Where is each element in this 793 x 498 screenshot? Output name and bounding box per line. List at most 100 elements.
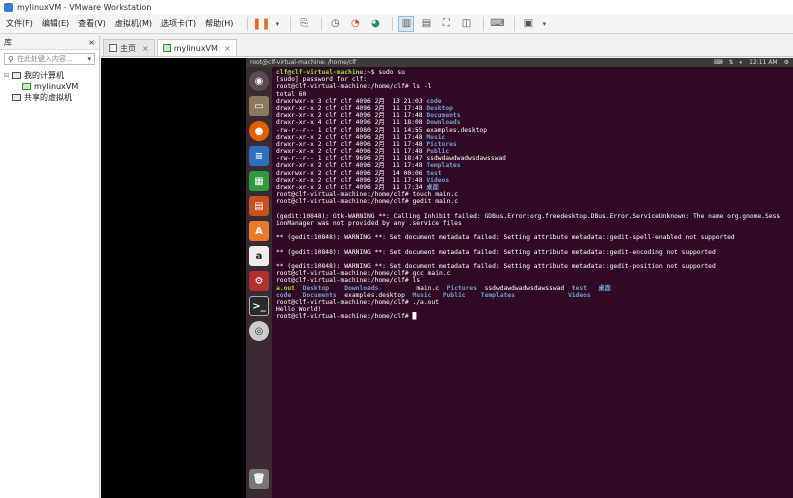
collapse-icon[interactable]: ⊟ — [4, 72, 12, 79]
search-icon: ⚲ — [8, 54, 14, 64]
terminal-text: drwxr-xr-x 2 clf clf 4096 2月 11 17:48 — [276, 148, 427, 156]
menu-view[interactable]: 查看(V) — [78, 18, 106, 29]
tree-item-label: 我的计算机 — [24, 71, 64, 80]
gear-icon[interactable]: ⚙ — [784, 59, 789, 66]
chevron-down-icon[interactable]: ▾ — [87, 55, 91, 63]
library-title: 库 — [4, 38, 12, 47]
tree-item-shared-vms[interactable]: 共享的虚拟机 — [4, 92, 95, 103]
snapshot-icon[interactable]: ◷ — [327, 16, 343, 32]
terminal-line: drwxr-xr-x 2 clf clf 4096 2月 11 17:48 Mu… — [276, 134, 789, 141]
chevron-down-icon[interactable]: ▾ — [540, 16, 548, 32]
dvd-icon[interactable]: ◎ — [249, 321, 269, 341]
files-icon[interactable]: ▭ — [249, 96, 269, 116]
terminal-text: drwxr-xr-x 2 clf clf 4096 2月 11 17:48 — [276, 176, 427, 184]
volume-icon[interactable]: 🔈︎ — [740, 59, 744, 67]
stretch-view-icon[interactable]: ▣ — [520, 16, 536, 32]
terminal-line: drwxr-xr-x 2 clf clf 4096 2月 11 17:48 Te… — [276, 162, 789, 169]
terminal-text: █ — [412, 313, 417, 321]
ubuntu-dash-icon[interactable]: ◉ — [249, 71, 269, 91]
terminal-text: Videos — [426, 176, 450, 184]
terminal-text: Pictures — [426, 140, 457, 148]
library-view-icon[interactable]: ▥ — [398, 15, 415, 32]
vm-console[interactable]: root@clf-virtual-machine: /home/clf ⌨ ⇅ … — [101, 58, 793, 498]
terminal-line: ** (gedit:10848): WARNING **: Set docume… — [276, 263, 789, 270]
terminal-text: Templates — [426, 162, 461, 170]
unity-icon[interactable]: ◫ — [458, 16, 474, 32]
terminal-line: ionManager was not provided by any .serv… — [276, 220, 789, 227]
system-settings-icon[interactable]: ⚙ — [249, 271, 269, 291]
amazon-icon[interactable]: a — [249, 246, 269, 266]
terminal-text: (gedit:10848): Gtk-WARNING **: Calling I… — [276, 212, 781, 220]
terminal-line: ** (gedit:10848): WARNING **: Set docume… — [276, 234, 789, 241]
terminal-line: drwxrwxr-x 2 clf clf 4096 2月 14 00:06 te… — [276, 170, 789, 177]
library-search-input[interactable]: ⚲ 在此处键入内容... ▾ — [4, 53, 95, 65]
send-keys-icon[interactable]: ⎘ — [296, 16, 312, 32]
terminal-text: ssdwdawdwadwsdawsswad — [477, 284, 572, 292]
revert-snapshot-icon[interactable]: ◔ — [347, 16, 363, 32]
keyboard-icon[interactable]: ⌨ — [714, 59, 723, 66]
network-icon[interactable]: ⇅ — [728, 59, 733, 66]
fullscreen-icon[interactable]: ⛶ — [438, 16, 454, 32]
chevron-down-icon[interactable]: ▾ — [273, 16, 281, 32]
close-icon[interactable]: × — [142, 44, 149, 53]
libreoffice-writer-icon[interactable]: ≡ — [249, 146, 269, 166]
terminal-text: drwxr-xr-x 2 clf clf 4096 2月 11 17:48 — [276, 133, 427, 141]
terminal-text: drwxrwxr-x 3 clf clf 4096 2月 13 21:03 — [276, 97, 427, 105]
menu-tabs[interactable]: 选项卡(T) — [161, 18, 196, 29]
terminal-line: a.out Desktop Downloads main.c Pictures … — [276, 285, 789, 292]
library-tree: ⊟ 我的计算机 mylinuxVM 共享的虚拟机 — [0, 68, 99, 105]
menu-bar: 文件(F) 编辑(E) 查看(V) 虚拟机(M) 选项卡(T) 帮助(H) ❚❚… — [0, 14, 793, 34]
toolbar-separator — [514, 16, 516, 31]
window-title: mylinuxVM - VMware Workstation — [17, 2, 152, 12]
terminal-line: (gedit:10848): Gtk-WARNING **: Calling I… — [276, 213, 789, 220]
terminal-text: examples.desktop — [336, 291, 413, 299]
menu-file[interactable]: 文件(F) — [6, 18, 33, 29]
software-center-icon[interactable]: A — [249, 221, 269, 241]
terminal-text: 桌面 — [598, 284, 611, 292]
clock[interactable]: 12:11 AM — [749, 59, 777, 66]
terminal-text: Public — [442, 291, 466, 299]
terminal-output[interactable]: clf@clf-virtual-machine:~$ sudo su [sudo]… — [272, 67, 793, 498]
terminal-text: Desktop — [426, 104, 453, 112]
terminal-text: drwxr-xr-x 4 clf clf 4096 2月 11 18:08 — [276, 119, 427, 127]
thumbnail-view-icon[interactable]: ▤ — [418, 16, 434, 32]
tab-home[interactable]: 主页 × — [103, 39, 155, 56]
terminal-text: drwxr-xr-x 2 clf clf 4096 2月 11 17:48 — [276, 162, 427, 170]
close-icon[interactable]: × — [224, 44, 231, 53]
libreoffice-impress-icon[interactable]: ▤ — [249, 196, 269, 216]
toolbar-separator — [483, 16, 485, 31]
terminal-text: Downloads — [344, 284, 379, 292]
terminal-text: ** (gedit:10848): WARNING **: Set docume… — [276, 248, 716, 256]
terminal-text: Videos — [567, 291, 591, 299]
tab-bar: 主页 × mylinuxVM × — [101, 36, 793, 57]
vm-icon — [22, 83, 31, 90]
terminal-icon[interactable]: >_ — [249, 296, 269, 316]
terminal-text: code — [426, 97, 442, 105]
console-view-icon[interactable]: ⌨ — [489, 16, 505, 32]
terminal-text: Music — [426, 133, 446, 141]
tab-label: 主页 — [120, 43, 136, 53]
terminal-text: Downloads — [426, 119, 461, 127]
ubuntu-window-title: root@clf-virtual-machine: /home/clf — [250, 59, 356, 66]
libreoffice-calc-icon[interactable]: ▦ — [249, 171, 269, 191]
firefox-icon[interactable]: ● — [249, 121, 269, 141]
trash-icon[interactable]: 🗑︎ — [249, 469, 269, 489]
terminal-line: drwxr-xr-x 2 clf clf 4096 2月 11 17:48 Vi… — [276, 177, 789, 184]
shared-vm-icon — [12, 94, 21, 101]
tree-item-mylinuxvm[interactable]: mylinuxVM — [4, 81, 95, 92]
snapshot-manager-icon[interactable]: ◕ — [367, 16, 383, 32]
ubuntu-top-panel: root@clf-virtual-machine: /home/clf ⌨ ⇅ … — [246, 58, 793, 67]
menu-edit[interactable]: 编辑(E) — [42, 18, 69, 29]
toolbar-separator — [321, 16, 323, 31]
menu-vm[interactable]: 虚拟机(M) — [115, 18, 152, 29]
tree-item-my-computer[interactable]: ⊟ 我的计算机 — [4, 70, 95, 81]
pause-icon[interactable]: ❚❚ — [252, 16, 270, 32]
terminal-text: root@clf-virtual-machine:/home/clf# ls -… — [276, 83, 432, 91]
terminal-line: total 60 — [276, 91, 789, 98]
close-icon[interactable]: × — [88, 38, 95, 47]
tab-mylinuxvm[interactable]: mylinuxVM × — [156, 39, 237, 56]
menu-help[interactable]: 帮助(H) — [205, 18, 233, 29]
